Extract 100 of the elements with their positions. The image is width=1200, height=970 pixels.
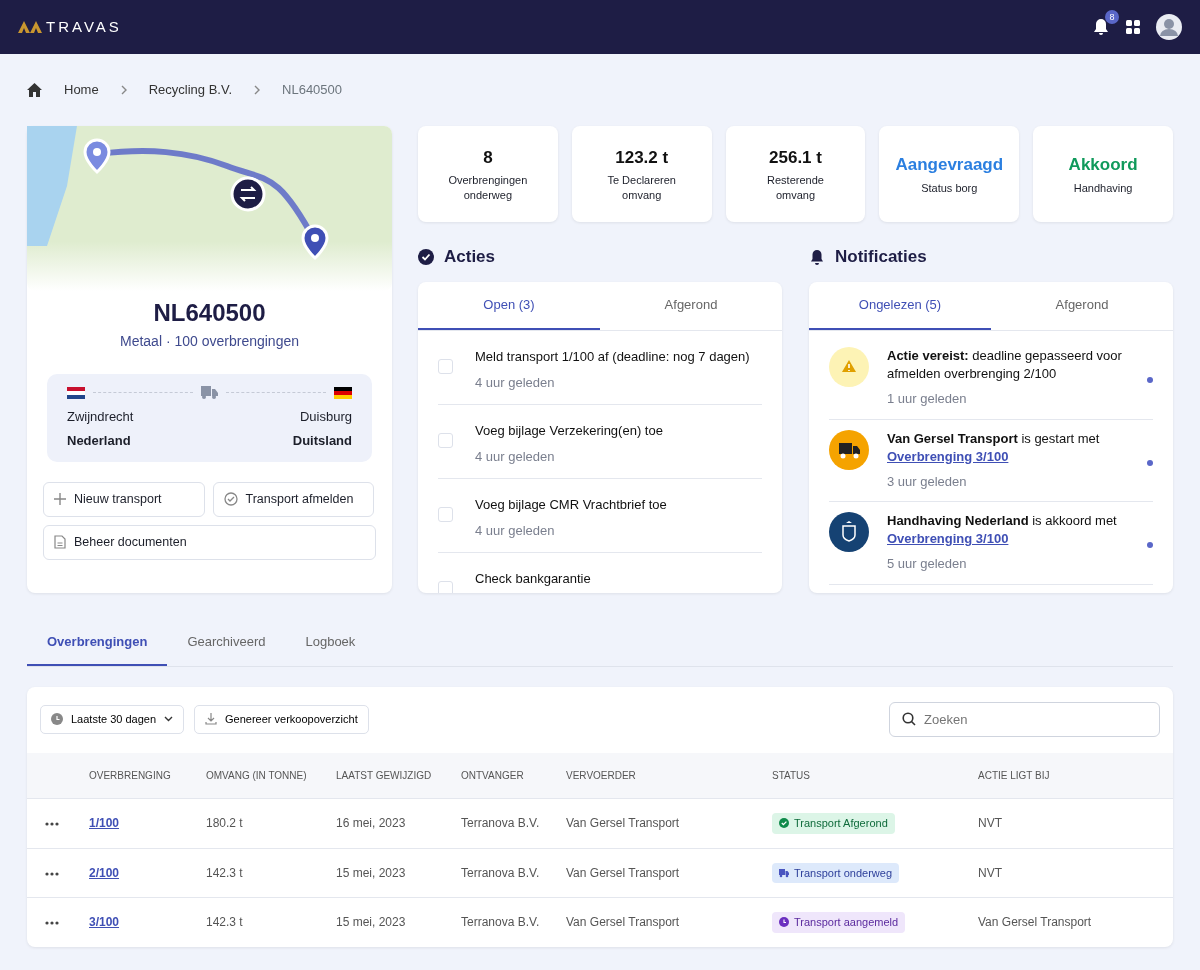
truck-icon	[201, 386, 218, 399]
notification-count: 8	[1105, 10, 1119, 24]
checkbox[interactable]	[438, 433, 453, 448]
notification-time: 3 uur geleden	[887, 472, 968, 491]
panel-title: Notificaties	[835, 246, 927, 268]
city-name: Duisburg	[298, 408, 352, 426]
export-button[interactable]: Genereer verkoopoverzicht	[194, 705, 369, 734]
transfer-link[interactable]: 2/100	[89, 865, 120, 880]
panel-tab[interactable]: Ongelezen (5)	[809, 281, 991, 330]
flag-icon	[334, 386, 352, 399]
column-header: LAATST GEWIJZIGD	[326, 753, 451, 799]
action-text: Voeg bijlage Verzekering(en) toe	[475, 422, 663, 440]
date-cell: 15 mei, 2023	[326, 897, 451, 947]
column-header: ONTVANGER	[451, 753, 556, 799]
notification-time: 5 uur geleden	[887, 555, 968, 573]
column-header: OMVANG (IN TONNE)	[196, 753, 326, 799]
checkbox[interactable]	[438, 359, 453, 374]
date-cell: 16 mei, 2023	[326, 798, 451, 848]
breadcrumb-link[interactable]: NL640500	[282, 80, 343, 100]
notifications-bell-icon	[1092, 18, 1110, 36]
avatar-icon[interactable]	[1156, 14, 1182, 40]
column-header: STATUS	[762, 753, 968, 799]
receiver-cell: Terranova B.V.	[451, 798, 556, 848]
stat-value: 8	[483, 146, 493, 169]
stat-value: 256.1 t	[769, 146, 822, 169]
truck-icon	[829, 429, 869, 470]
check-circle-icon	[418, 248, 434, 265]
logo-icon	[18, 21, 42, 33]
check-circle-icon	[779, 818, 789, 829]
warning-icon	[829, 347, 869, 387]
stat-label: Resterende omvang	[766, 173, 825, 204]
status-badge: Transport onderweg	[772, 862, 900, 883]
panel-title: Acties	[444, 246, 496, 268]
action-owner-cell: NVT	[968, 848, 1173, 898]
action-text: Meld transport 1/100 af (deadline: nog 7 dagen)	[475, 348, 750, 366]
amount-cell: 142.3 t	[196, 897, 326, 947]
notification-link[interactable]: Overbrenging 3/100	[887, 531, 1009, 546]
stat-value: Aangevraagd	[895, 154, 1004, 177]
country-name: Duitsland	[292, 431, 352, 450]
tab[interactable]: Overbrengingen	[27, 621, 168, 666]
notification-link[interactable]: Overbrenging 3/100	[887, 448, 1009, 464]
column-header: ACTIE LIGT BIJ	[968, 753, 1173, 799]
download-icon	[205, 713, 218, 726]
action-owner-cell: NVT	[968, 798, 1173, 848]
country-name: Nederland	[67, 431, 132, 450]
breadcrumb-link[interactable]: Recycling B.V.	[148, 80, 233, 100]
clock-icon	[779, 917, 789, 928]
column-header: OVERBRENGING	[79, 753, 196, 799]
notification-text: Actie vereist: deadline gepasseerd voor afmelden overbrenging 2/100	[887, 347, 1123, 383]
date-cell: 15 mei, 2023	[326, 848, 451, 898]
action-time: 4 uur geleden	[475, 521, 556, 540]
truck-icon	[779, 867, 789, 878]
chevron-right-icon	[254, 85, 261, 95]
bell-icon	[809, 248, 825, 265]
panel-tab[interactable]: Afgerond	[991, 281, 1173, 330]
notification-text: Handhaving Nederland is akkoord met Overbrenging 3/100	[887, 512, 1118, 548]
clock-icon	[51, 713, 63, 726]
chevron-right-icon	[120, 85, 127, 95]
period-dropdown[interactable]: Laatste 30 dagen	[40, 705, 185, 734]
receiver-cell: Terranova B.V.	[451, 897, 556, 947]
breadcrumb-link[interactable]: Home	[64, 80, 99, 100]
action-owner-cell: Van Gersel Transport	[968, 897, 1173, 947]
action-button[interactable]: Transport afmelden	[212, 482, 374, 517]
action-text: Check bankgarantie	[475, 570, 591, 588]
panel-tab[interactable]: Afgerond	[600, 281, 782, 330]
action-button[interactable]: Nieuw transport	[43, 482, 205, 517]
more-options-icon[interactable]	[45, 822, 59, 827]
logo-text: TRAVAS	[46, 16, 122, 37]
crest-icon	[829, 512, 869, 552]
checkbox[interactable]	[438, 581, 453, 593]
notification-text: Van Gersel Transport is gestart met Overbrenging 3/100	[887, 429, 1101, 466]
home-icon[interactable]	[27, 83, 42, 97]
carrier-cell: Van Gersel Transport	[556, 848, 762, 898]
amount-cell: 142.3 t	[196, 848, 326, 898]
action-button[interactable]: Beheer documenten	[43, 524, 376, 560]
caret-icon	[164, 716, 174, 723]
transfer-link[interactable]: 1/100	[89, 816, 120, 831]
tab[interactable]: Gearchiveerd	[167, 621, 286, 666]
apps-grid-icon[interactable]	[1126, 20, 1140, 34]
shipment-id: NL640500	[152, 298, 267, 328]
city-name: Zwijndrecht	[67, 408, 134, 426]
panel-tab[interactable]: Open (3)	[418, 281, 600, 330]
notification-time: 1 uur geleden	[887, 390, 968, 408]
check-circle-icon	[223, 492, 238, 507]
transfer-link[interactable]: 3/100	[89, 915, 120, 930]
stat-label: Overbrengingen onderweg	[447, 173, 529, 204]
stat-label: Te Declareren omvang	[606, 173, 677, 204]
stat-value: 123.2 t	[615, 146, 669, 169]
document-icon	[54, 535, 66, 550]
more-options-icon[interactable]	[45, 921, 59, 926]
carrier-cell: Van Gersel Transport	[556, 798, 762, 848]
action-time: 4 uur geleden	[475, 447, 556, 466]
tab[interactable]: Logboek	[285, 621, 376, 666]
search-icon	[902, 711, 916, 726]
more-options-icon[interactable]	[45, 871, 59, 876]
action-time: 4 uur geleden	[475, 373, 556, 392]
status-badge: Transport Afgerond	[772, 813, 895, 834]
search-field[interactable]: Zoeken	[889, 701, 1160, 737]
shipment-subtitle: Metaal · 100 overbrengingen	[119, 332, 300, 351]
checkbox[interactable]	[438, 507, 453, 522]
